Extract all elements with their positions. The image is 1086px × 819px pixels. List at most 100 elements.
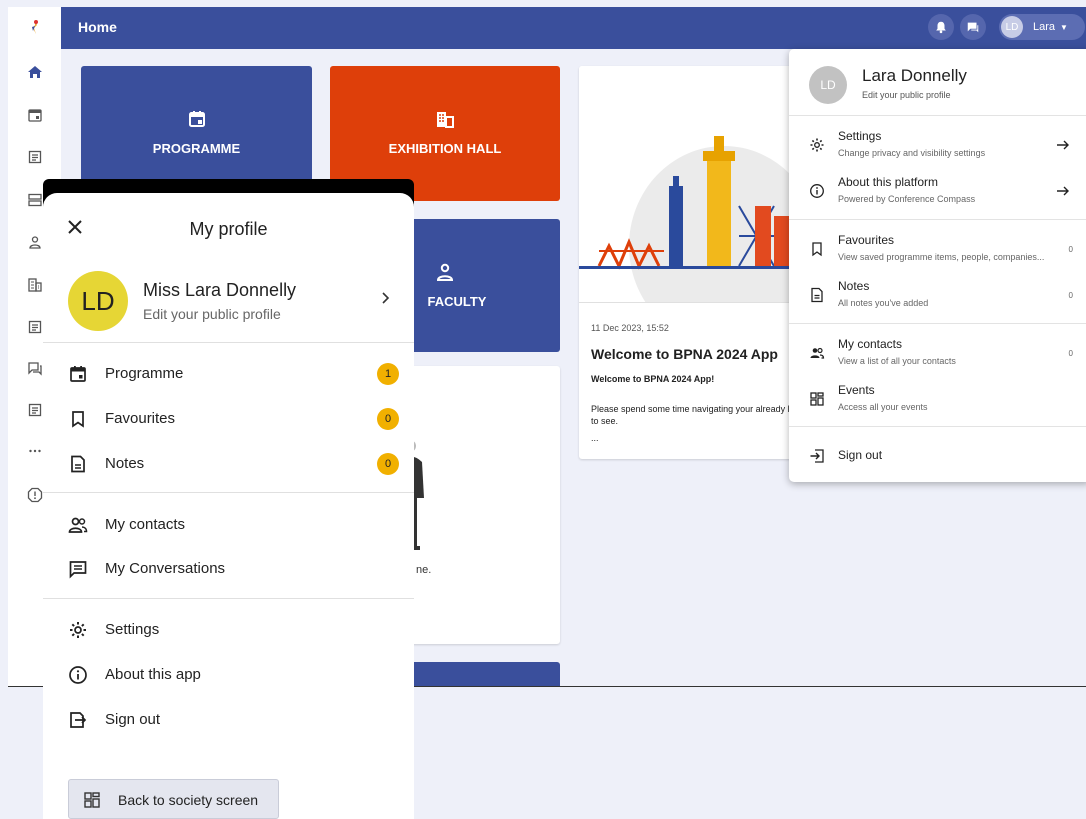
person-icon[interactable] bbox=[25, 232, 45, 252]
tile-label: FACULTY bbox=[427, 294, 487, 309]
menu-item-notes[interactable]: Notes 0 bbox=[43, 447, 414, 481]
document-icon[interactable] bbox=[25, 400, 45, 420]
server-icon[interactable] bbox=[25, 190, 45, 210]
bookmark-icon bbox=[68, 409, 88, 429]
menu-item-notes[interactable]: Notes All notes you've added 0 bbox=[789, 275, 1086, 317]
info-icon bbox=[68, 665, 88, 685]
menu-item-label: My Conversations bbox=[105, 560, 226, 577]
more-icon[interactable] bbox=[25, 441, 45, 461]
avatar: LD bbox=[809, 66, 847, 104]
news-ellipsis: ... bbox=[591, 433, 599, 443]
divider bbox=[43, 342, 414, 343]
alert-icon[interactable] bbox=[25, 485, 45, 505]
menu-item-description: All notes you've added bbox=[838, 298, 929, 308]
divider bbox=[43, 492, 414, 493]
count-badge: 0 bbox=[377, 453, 399, 475]
menu-item-label: Favourites bbox=[838, 233, 895, 247]
notifications-button[interactable] bbox=[928, 14, 954, 40]
contacts-icon bbox=[68, 515, 88, 535]
divider bbox=[43, 598, 414, 599]
chevron-right-icon bbox=[378, 291, 392, 305]
arrow-right-icon bbox=[1055, 137, 1071, 153]
item-count: 0 bbox=[1068, 349, 1073, 358]
sign-out-icon bbox=[68, 710, 88, 730]
menu-item-label: Favourites bbox=[105, 410, 176, 427]
mobile-profile-panel: My profile LD Miss Lara Donnelly Edit yo… bbox=[43, 193, 414, 819]
news-date: 11 Dec 2023, 15:52 bbox=[591, 323, 669, 333]
menu-item-favourites[interactable]: Favourites 0 bbox=[43, 402, 414, 436]
edit-profile-link[interactable]: Edit your public profile bbox=[862, 90, 951, 100]
menu-item-favourites[interactable]: Favourites View saved programme items, p… bbox=[789, 229, 1086, 271]
menu-item-contacts[interactable]: My contacts bbox=[43, 508, 414, 542]
person-icon bbox=[436, 263, 454, 281]
note-icon bbox=[68, 454, 88, 474]
item-count: 0 bbox=[1068, 245, 1073, 254]
city-skyline-illustration-icon bbox=[579, 66, 809, 302]
menu-item-conversations[interactable]: My Conversations bbox=[43, 552, 414, 586]
top-header: Home LD Lara ▼ bbox=[61, 7, 1086, 49]
back-to-society-button[interactable]: Back to society screen bbox=[68, 779, 279, 819]
logo-icon[interactable] bbox=[25, 17, 45, 37]
menu-item-programme[interactable]: Programme 1 bbox=[43, 357, 414, 391]
menu-item-about[interactable]: About this platform Powered by Conferenc… bbox=[789, 171, 1086, 213]
menu-item-label: About this platform bbox=[838, 175, 939, 189]
user-menu-button[interactable]: LD Lara ▼ bbox=[999, 14, 1085, 40]
count-badge: 1 bbox=[377, 363, 399, 385]
count-badge: 0 bbox=[377, 408, 399, 430]
menu-item-label: Sign out bbox=[838, 448, 883, 462]
menu-item-description: View a list of all your contacts bbox=[838, 356, 956, 366]
info-icon bbox=[809, 183, 825, 199]
news-body: Please spend some time navigating your a… bbox=[591, 404, 802, 426]
news-card[interactable]: 11 Dec 2023, 15:52 Welcome to BPNA 2024 … bbox=[579, 66, 809, 459]
gear-icon bbox=[68, 620, 88, 640]
menu-item-about[interactable]: About this app bbox=[43, 658, 414, 692]
building-icon[interactable] bbox=[25, 275, 45, 295]
messages-button[interactable] bbox=[960, 14, 986, 40]
menu-item-label: Events bbox=[838, 383, 875, 397]
profile-name: Miss Lara Donnelly bbox=[143, 280, 297, 300]
menu-item-label: Notes bbox=[838, 279, 870, 293]
avatar: LD bbox=[1001, 16, 1023, 38]
calendar-icon bbox=[68, 364, 88, 384]
edit-profile-link: Edit your public profile bbox=[143, 306, 281, 322]
bell-icon bbox=[936, 21, 946, 34]
bookmark-icon bbox=[809, 241, 825, 257]
menu-item-description: View saved programme items, people, comp… bbox=[838, 252, 1045, 262]
user-dropdown-menu: LD Lara Donnelly Edit your public profil… bbox=[789, 49, 1086, 482]
menu-item-description: Powered by Conference Compass bbox=[838, 194, 976, 204]
note-icon bbox=[809, 287, 825, 303]
menu-item-label: About this app bbox=[105, 666, 201, 683]
divider bbox=[789, 426, 1086, 427]
news-title: Welcome to BPNA 2024 App bbox=[591, 346, 778, 362]
document-icon[interactable] bbox=[25, 147, 45, 167]
card-text: ne. bbox=[416, 564, 432, 576]
chat-icon bbox=[967, 22, 979, 33]
button-label: Back to society screen bbox=[118, 792, 259, 808]
menu-item-description: Change privacy and visibility settings bbox=[838, 148, 986, 158]
calendar-icon[interactable] bbox=[25, 105, 45, 125]
menu-item-settings[interactable]: Settings bbox=[43, 613, 414, 647]
menu-item-events[interactable]: Events Access all your events bbox=[789, 379, 1086, 421]
menu-item-label: Settings bbox=[105, 621, 160, 638]
tile-label: PROGRAMME bbox=[152, 141, 241, 156]
sign-out-button[interactable]: Sign out bbox=[789, 436, 1086, 478]
page-title: Home bbox=[78, 19, 117, 35]
profile-header[interactable]: LD Lara Donnelly Edit your public profil… bbox=[789, 49, 1086, 116]
avatar: LD bbox=[68, 271, 128, 331]
panel-title: My profile bbox=[189, 219, 268, 239]
sign-out-icon bbox=[809, 448, 825, 464]
menu-item-label: Settings bbox=[838, 129, 882, 143]
sign-out-button[interactable]: Sign out bbox=[43, 703, 414, 737]
menu-item-label: My contacts bbox=[838, 337, 903, 351]
menu-item-label: Notes bbox=[105, 455, 145, 472]
menu-item-settings[interactable]: Settings Change privacy and visibility s… bbox=[789, 125, 1086, 167]
home-icon[interactable] bbox=[25, 62, 45, 82]
document-icon[interactable] bbox=[25, 317, 45, 337]
chat-icon bbox=[68, 559, 88, 579]
news-subtitle: Welcome to BPNA 2024 App! bbox=[591, 374, 715, 384]
tile-label: EXHIBITION HALL bbox=[388, 141, 502, 156]
calendar-icon bbox=[188, 111, 205, 127]
chat-icon[interactable] bbox=[25, 358, 45, 378]
menu-item-description: Access all your events bbox=[838, 402, 928, 412]
menu-item-contacts[interactable]: My contacts View a list of all your cont… bbox=[789, 333, 1086, 375]
